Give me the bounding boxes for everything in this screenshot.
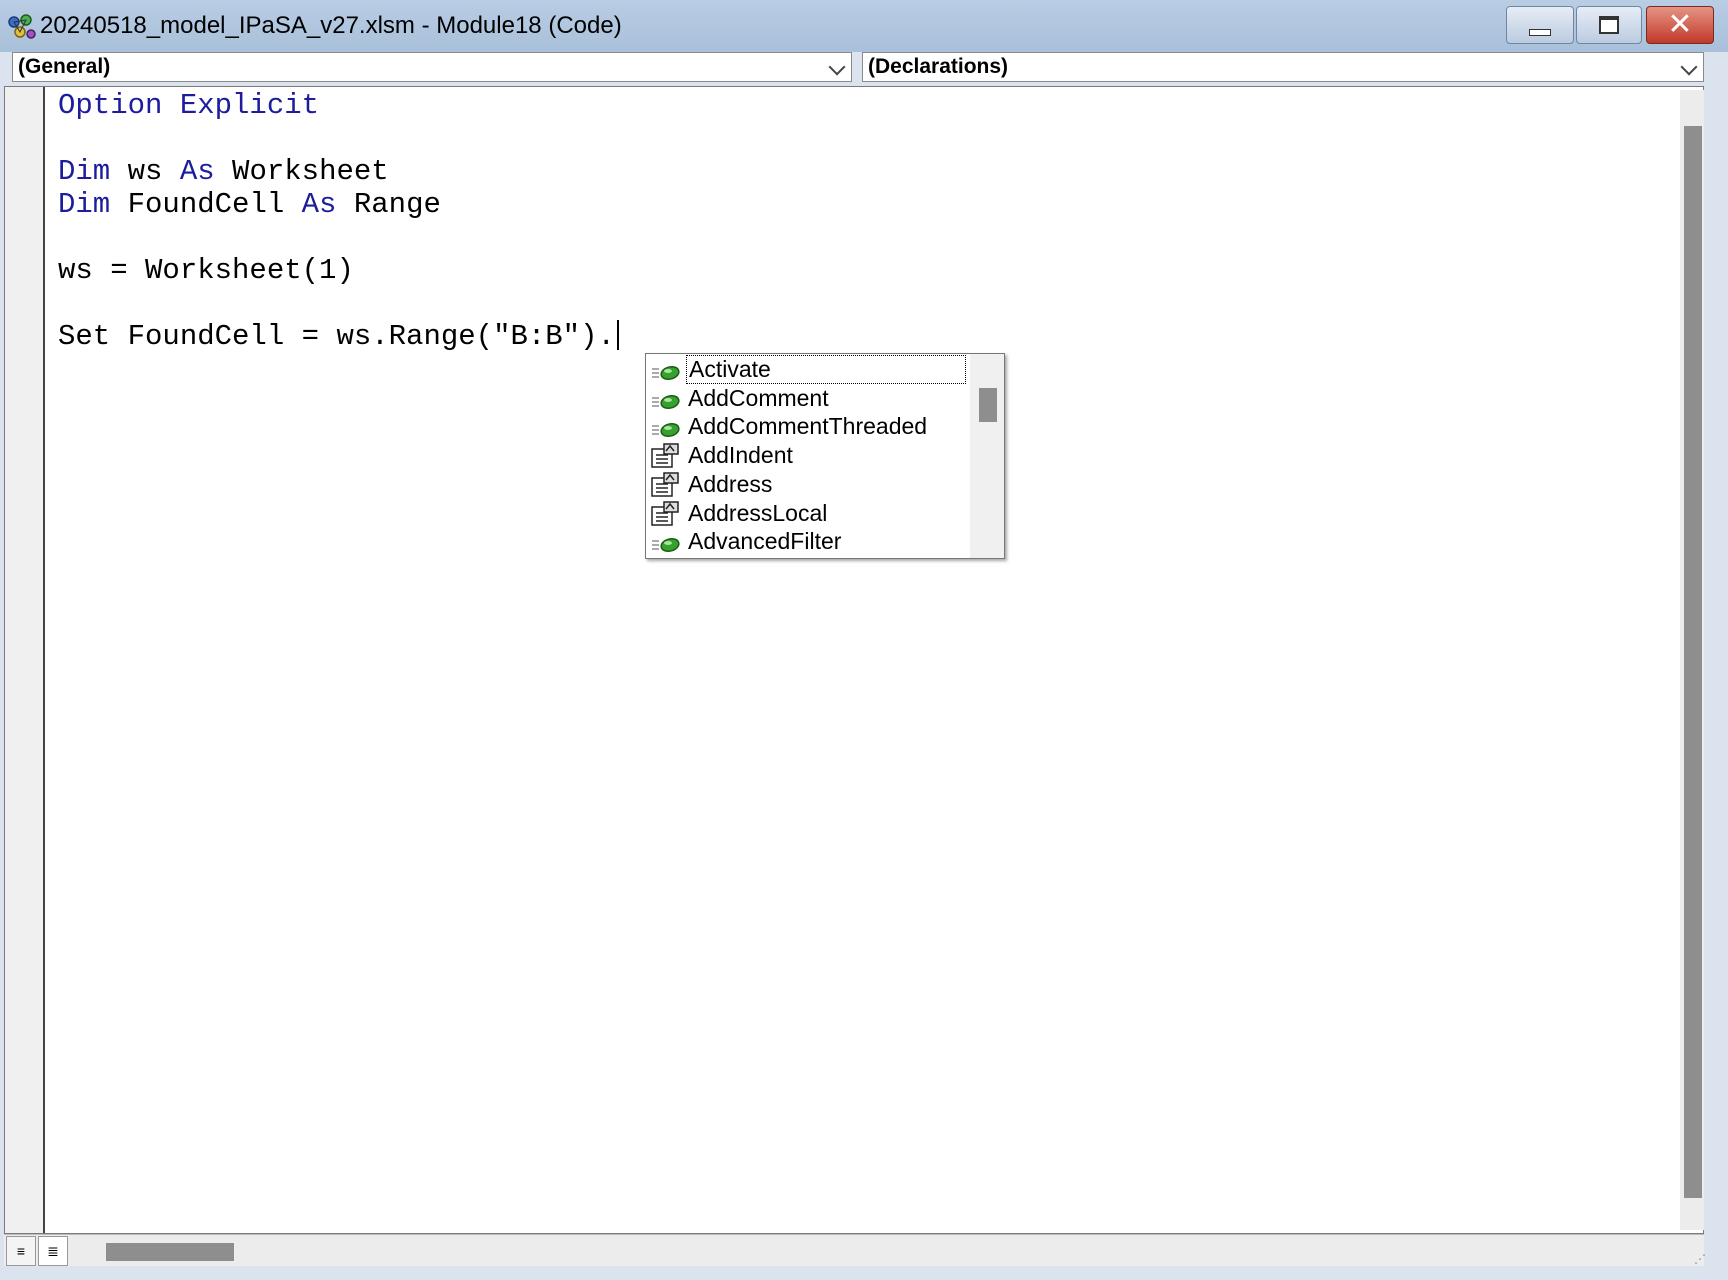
property-icon [650, 500, 682, 527]
code-editor[interactable]: Option Explicit Dim ws As Worksheet Dim F… [4, 86, 1704, 1234]
code-token: FoundCell [110, 188, 302, 221]
minimize-button[interactable] [1506, 6, 1574, 44]
close-icon: ✕ [1667, 7, 1693, 42]
vba-project-icon [8, 14, 36, 39]
code-line[interactable]: Dim FoundCell As Range [58, 188, 619, 221]
full-module-view-button[interactable]: ≣ [38, 1236, 68, 1266]
object-dropdown-value: (General) [18, 55, 111, 78]
code-line[interactable] [58, 221, 619, 254]
member-list-scrollbar-thumb[interactable] [979, 388, 997, 422]
code-keyword: Option Explicit [58, 89, 320, 122]
member-list-item[interactable]: Address [686, 470, 772, 499]
member-list-item[interactable]: AddCommentThreaded [686, 412, 927, 441]
member-list-item[interactable]: AddressLocal [686, 499, 827, 528]
code-token: Range [336, 188, 441, 221]
close-button[interactable]: ✕ [1646, 6, 1714, 44]
member-list-item[interactable]: AddComment [686, 384, 829, 413]
code-keyword: Dim [58, 155, 111, 188]
method-icon [650, 357, 682, 383]
code-token: ws [110, 155, 180, 188]
code-line[interactable] [58, 287, 619, 320]
member-list-item[interactable]: Activate [686, 355, 966, 384]
code-token: Set FoundCell = ws.Range("B:B"). [58, 320, 615, 353]
resize-grip-icon[interactable]: ⋰ [1694, 1252, 1706, 1266]
maximize-button[interactable] [1576, 6, 1642, 44]
procedure-view-icon: ≡ [16, 1243, 26, 1259]
member-list-scrollbar[interactable] [970, 354, 1004, 558]
intellisense-member-list[interactable]: Activate AddComment AddCommentThreaded AddI… [645, 353, 1005, 559]
horizontal-scrollbar[interactable] [4, 1234, 1704, 1266]
title-bar: 20240518_model_IPaSA_v27.xlsm - Module18… [0, 0, 1728, 52]
property-icon [650, 472, 682, 498]
procedure-view-button[interactable]: ≡ [6, 1236, 36, 1266]
member-list-item[interactable]: AddIndent [686, 441, 793, 470]
code-line[interactable] [58, 122, 619, 155]
chevron-down-icon [1680, 58, 1698, 76]
text-caret [616, 320, 619, 350]
procedure-dropdown[interactable]: (Declarations) [862, 52, 1704, 82]
object-dropdown[interactable]: (General) [12, 52, 852, 82]
vertical-scrollbar-thumb[interactable] [1684, 126, 1702, 1198]
margin-indicator-bar[interactable] [5, 87, 45, 1233]
method-icon [650, 386, 682, 412]
minimize-icon [1529, 28, 1551, 36]
member-list-item[interactable]: AdvancedFilter [686, 527, 841, 556]
horizontal-scrollbar-thumb[interactable] [106, 1243, 234, 1261]
code-line[interactable]: ws = Worksheet(1) [58, 254, 619, 287]
code-line[interactable]: Dim ws As Worksheet [58, 155, 619, 188]
full-module-view-icon: ≣ [47, 1243, 59, 1259]
window-title: 20240518_model_IPaSA_v27.xlsm - Module18… [40, 12, 622, 39]
procedure-dropdown-value: (Declarations) [868, 55, 1009, 78]
vertical-scrollbar[interactable] [1680, 90, 1704, 1230]
code-keyword: As [179, 155, 215, 188]
code-keyword: As [301, 188, 337, 221]
maximize-icon [1599, 16, 1619, 34]
method-icon [650, 529, 682, 555]
code-text[interactable]: Option Explicit Dim ws As Worksheet Dim F… [58, 89, 619, 353]
method-icon [650, 414, 682, 440]
code-token: Worksheet [214, 155, 389, 188]
code-line[interactable]: Set FoundCell = ws.Range("B:B"). [58, 320, 619, 353]
code-keyword: Dim [58, 188, 111, 221]
property-icon [650, 443, 682, 469]
chevron-down-icon [828, 58, 846, 76]
code-token: ws = Worksheet(1) [58, 254, 354, 287]
code-line[interactable]: Option Explicit [58, 89, 619, 122]
